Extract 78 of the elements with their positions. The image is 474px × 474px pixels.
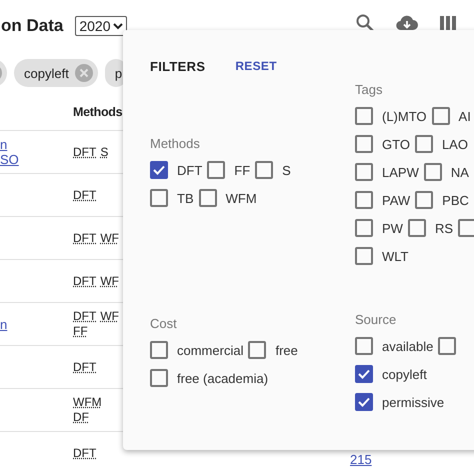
method-tag: WF: [100, 230, 119, 246]
cloud-download-icon[interactable]: [396, 15, 418, 31]
checkbox[interactable]: [198, 189, 217, 207]
checkbox[interactable]: [438, 337, 456, 355]
page-title: on Data: [1, 16, 64, 36]
checkbox[interactable]: [207, 161, 226, 179]
checkbox-label: PW: [382, 220, 403, 236]
checkbox-label: commercial: [177, 342, 244, 358]
method-tag: FF: [73, 324, 88, 339]
panel-title: FILTERS: [150, 58, 206, 74]
checkbox-label: RS: [434, 220, 454, 236]
checkbox[interactable]: [414, 135, 433, 153]
checkbox-label: LAPW: [382, 164, 419, 180]
checkbox[interactable]: [432, 107, 450, 125]
group-label: Tags: [355, 82, 382, 96]
checkbox[interactable]: [255, 161, 274, 179]
checkbox-label: free (academia): [177, 370, 268, 386]
year-select[interactable]: 2020: [75, 16, 126, 36]
checkbox[interactable]: [355, 219, 373, 237]
table-link[interactable]: 215: [350, 452, 474, 467]
table-link[interactable]: n: [0, 137, 73, 152]
method-tag: DFT: [73, 144, 96, 160]
checkbox-label: DFT: [177, 162, 202, 178]
checkbox[interactable]: [355, 365, 373, 383]
checkbox-label: TB: [177, 190, 194, 206]
checkbox[interactable]: [355, 107, 373, 125]
reset-button[interactable]: RESET: [235, 59, 277, 73]
method-tag: DFT: [73, 274, 96, 288]
method-tag: WF: [100, 274, 119, 288]
group-label: Source: [355, 312, 396, 326]
checkbox[interactable]: [355, 337, 373, 355]
checkbox-label: PAW: [382, 192, 410, 208]
checkbox[interactable]: [408, 219, 426, 237]
caret-icon: [112, 22, 122, 30]
checkbox[interactable]: [355, 135, 373, 153]
checkbox-label: NA: [450, 164, 469, 180]
checkbox-label: copyleft: [382, 366, 427, 382]
search-icon[interactable]: [356, 14, 374, 32]
checkbox-label: GTO: [382, 136, 410, 152]
checkbox-label: available: [382, 338, 434, 354]
checkbox-label: AI: [458, 108, 471, 124]
checkbox-label: permissive: [382, 394, 444, 410]
checkbox-label: LAO: [442, 136, 468, 152]
checkbox[interactable]: [458, 219, 474, 237]
checkbox[interactable]: [355, 191, 373, 209]
method-tag: WFM: [73, 395, 102, 410]
checkbox-label: PBC: [442, 192, 469, 208]
table-link[interactable]: SO: [0, 152, 73, 167]
checkbox[interactable]: [355, 393, 373, 411]
method-tag: DFT: [73, 188, 96, 202]
method-tag: DFT: [73, 230, 96, 246]
method-tag: DF: [73, 410, 89, 425]
checkbox[interactable]: [150, 369, 168, 387]
method-tag: DFT: [73, 309, 96, 324]
columns-icon[interactable]: [440, 16, 456, 30]
checkbox-label: FF: [234, 162, 250, 178]
checkbox[interactable]: [355, 247, 373, 265]
column-header: Methods: [73, 105, 124, 119]
checkbox[interactable]: [248, 341, 266, 359]
checkbox-label: WFM: [226, 190, 257, 206]
checkbox-label: WLT: [382, 248, 408, 264]
checkbox-label: (L)MTO: [382, 108, 427, 124]
checkbox[interactable]: [424, 163, 442, 181]
checkbox-label: S: [282, 162, 291, 178]
checkbox[interactable]: [355, 163, 373, 181]
table-link[interactable]: n: [0, 316, 73, 332]
checkbox[interactable]: [150, 161, 168, 179]
checkbox[interactable]: [150, 341, 168, 359]
checkbox-label: free: [275, 342, 298, 358]
method-tag: DFT: [73, 446, 96, 460]
checkbox[interactable]: [150, 189, 168, 207]
method-tag: DFT: [73, 360, 96, 374]
method-tag: S: [100, 144, 108, 160]
group-label: Methods: [150, 136, 200, 150]
group-label: Cost: [150, 316, 177, 330]
checkbox[interactable]: [415, 191, 434, 209]
filter-chip[interactable]: copyleft: [14, 59, 98, 87]
method-tag: WF: [100, 309, 119, 324]
